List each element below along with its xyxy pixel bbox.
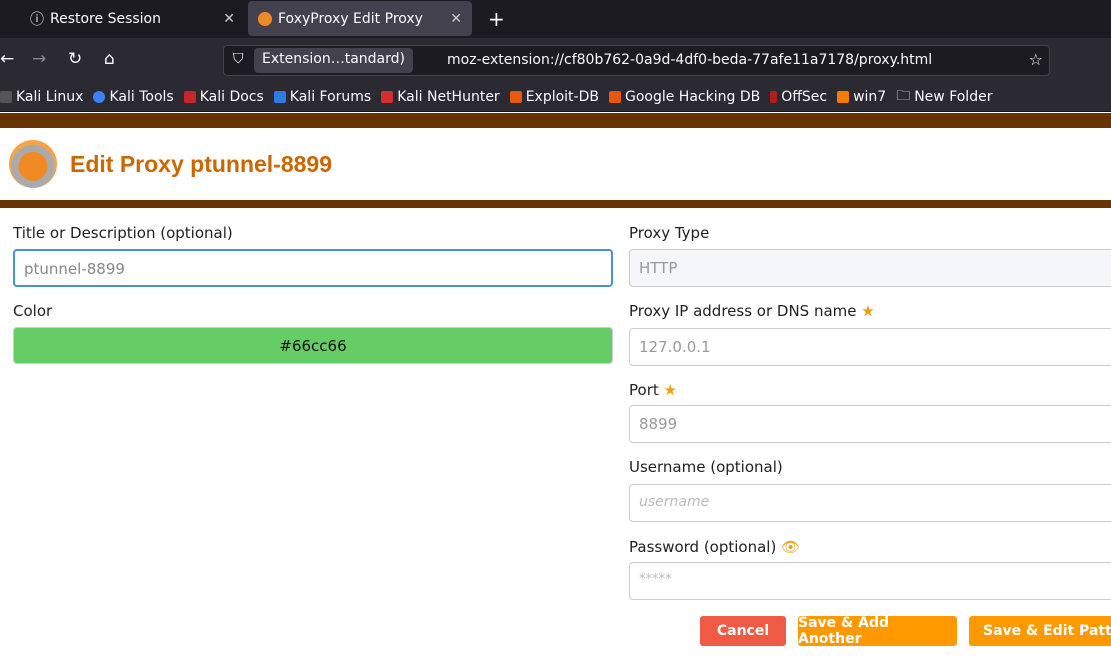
- tab-foxyproxy[interactable]: FoxyProxy Edit Proxy ✕: [248, 1, 472, 36]
- port-label: Port ★: [629, 381, 677, 399]
- color-label: Color: [13, 302, 53, 320]
- page-header: Edit Proxy ptunnel-8899: [0, 128, 1111, 200]
- port-input[interactable]: 8899: [629, 405, 1111, 443]
- ip-input[interactable]: 127.0.0.1: [629, 328, 1111, 366]
- reload-icon[interactable]: ↻: [68, 49, 82, 69]
- page-title: Edit Proxy ptunnel-8899: [70, 150, 333, 177]
- color-picker[interactable]: #66cc66: [13, 327, 613, 364]
- eye-icon[interactable]: 👁: [781, 538, 800, 556]
- forward-icon[interactable]: →: [32, 49, 46, 69]
- back-icon[interactable]: ←: [0, 49, 14, 69]
- save-edit-patterns-button[interactable]: Save & Edit Patterns: [969, 616, 1111, 646]
- shield-icon[interactable]: ⛉: [233, 51, 244, 67]
- required-star-icon: ★: [663, 381, 677, 399]
- username-label: Username (optional): [629, 458, 783, 476]
- foxyproxy-icon: [258, 11, 272, 26]
- bookmark[interactable]: OffSec: [770, 89, 827, 105]
- cancel-button[interactable]: Cancel: [700, 616, 786, 646]
- url-text[interactable]: moz-extension://cf80b762-0a9d-4df0-beda-…: [447, 52, 932, 68]
- top-band: [0, 113, 1111, 128]
- password-label: Password (optional) 👁: [629, 538, 801, 556]
- bottom-band: [0, 200, 1111, 208]
- home-icon[interactable]: ⌂: [104, 49, 115, 69]
- bookmarks-bar: Kali Linux Kali Tools Kali Docs Kali For…: [0, 82, 1111, 112]
- bookmark[interactable]: Kali Forums: [273, 89, 371, 105]
- close-tab-icon[interactable]: ✕: [450, 11, 462, 27]
- bookmark-folder[interactable]: 🗀 New Folder: [896, 85, 992, 109]
- info-icon: ⓘ: [30, 11, 44, 28]
- bookmark[interactable]: Kali Linux: [0, 89, 83, 105]
- bookmark[interactable]: Google Hacking DB: [608, 89, 760, 105]
- tab-bar: ⓘ Restore Session ✕ FoxyProxy Edit Proxy ✕ …: [0, 0, 1111, 38]
- title-input[interactable]: ptunnel-8899: [13, 249, 613, 287]
- bookmark[interactable]: Kali Docs: [183, 89, 264, 105]
- folder-icon: 🗀: [896, 87, 911, 104]
- foxyproxy-logo: [9, 140, 57, 188]
- bookmark[interactable]: Kali NetHunter: [381, 89, 500, 105]
- save-add-another-button[interactable]: Save & Add Another: [798, 615, 957, 647]
- bookmark-star-icon[interactable]: ☆: [1029, 50, 1043, 69]
- new-tab-button[interactable]: +: [478, 1, 515, 36]
- bookmark[interactable]: win7: [837, 89, 886, 105]
- close-tab-icon[interactable]: ✕: [223, 11, 235, 27]
- bookmark[interactable]: Exploit-DB: [509, 89, 599, 105]
- required-star-icon: ★: [861, 302, 875, 320]
- ip-label: Proxy IP address or DNS name ★: [629, 302, 875, 320]
- proxy-type-label: Proxy Type: [629, 224, 710, 242]
- username-input[interactable]: username: [629, 484, 1111, 522]
- identity-box[interactable]: Extension…tandard): [254, 48, 413, 73]
- tab-restore-session[interactable]: ⓘ Restore Session ✕: [20, 1, 245, 36]
- proxy-type-select[interactable]: HTTP: [629, 249, 1111, 287]
- password-input[interactable]: *****: [629, 562, 1111, 600]
- title-label: Title or Description (optional): [13, 224, 233, 242]
- url-bar[interactable]: ⛉ Extension…tandard) moz-extension://cf8…: [223, 45, 1050, 76]
- bookmark[interactable]: Kali Tools: [93, 89, 174, 105]
